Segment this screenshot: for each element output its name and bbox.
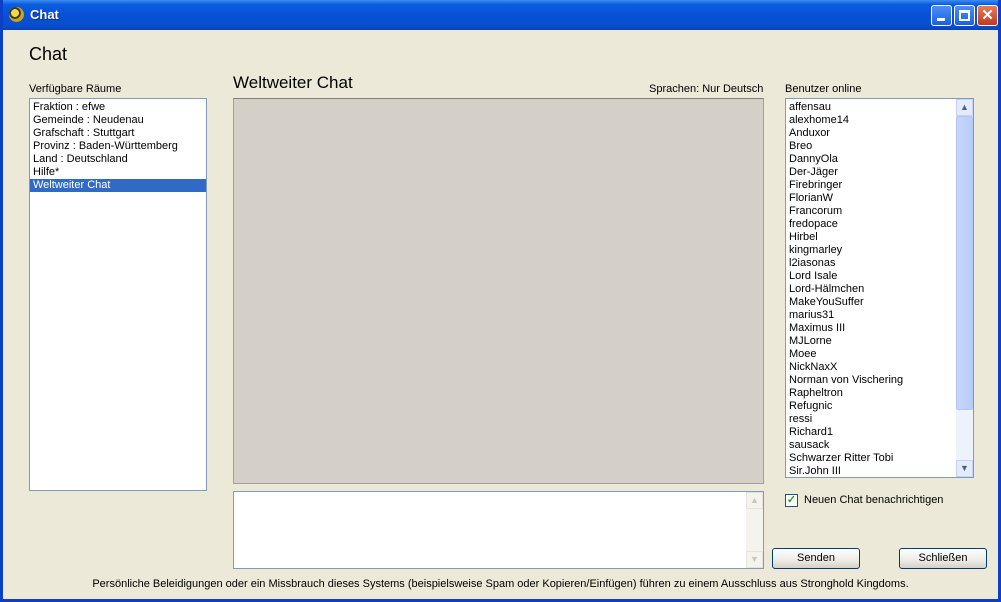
room-item[interactable]: Grafschaft : Stuttgart bbox=[30, 127, 206, 140]
user-item[interactable]: Hirbel bbox=[786, 231, 973, 244]
user-item[interactable]: NickNaxX bbox=[786, 361, 973, 374]
user-item[interactable]: Maximus III bbox=[786, 322, 973, 335]
scroll-up-icon[interactable]: ▲ bbox=[956, 99, 973, 116]
send-button[interactable]: Senden bbox=[772, 548, 860, 569]
user-item[interactable]: Schwarzer Ritter Tobi bbox=[786, 452, 973, 465]
user-item[interactable]: Firebringer bbox=[786, 179, 973, 192]
maximize-button[interactable] bbox=[954, 5, 975, 26]
user-item[interactable]: MakeYouSuffer bbox=[786, 296, 973, 309]
user-item[interactable]: affensau bbox=[786, 101, 973, 114]
users-list[interactable]: affensau alexhome14 Anduxor Breo DannyOla Der… bbox=[785, 98, 974, 478]
chat-messages-area[interactable] bbox=[233, 98, 764, 484]
user-item[interactable]: l2iasonas bbox=[786, 257, 973, 270]
user-item[interactable]: Francorum bbox=[786, 205, 973, 218]
checkmark-icon: ✓ bbox=[786, 494, 797, 506]
user-item[interactable]: Norman von Vischering bbox=[786, 374, 973, 387]
user-item[interactable]: Sir.John III bbox=[786, 465, 973, 477]
user-item[interactable]: Moee bbox=[786, 348, 973, 361]
user-item[interactable]: Lord-Hälmchen bbox=[786, 283, 973, 296]
user-item[interactable]: Breo bbox=[786, 140, 973, 153]
user-item[interactable]: DannyOla bbox=[786, 153, 973, 166]
rooms-list[interactable]: Fraktion : efwe Gemeinde : Neudenau Grafsc… bbox=[29, 98, 207, 491]
user-item[interactable]: Der-Jäger bbox=[786, 166, 973, 179]
room-item[interactable]: Weltweiter Chat bbox=[30, 179, 206, 192]
users-label: Benutzer online bbox=[785, 83, 862, 95]
chat-window: Chat ✕ Chat Verfügbare Räume Fraktion : … bbox=[0, 0, 1001, 602]
close-icon: ✕ bbox=[981, 7, 994, 24]
room-item[interactable]: Hilfe* bbox=[30, 166, 206, 179]
user-item[interactable]: Refugnic bbox=[786, 400, 973, 413]
users-scrollbar[interactable]: ▲ ▼ bbox=[956, 99, 973, 477]
window-title: Chat bbox=[30, 7, 59, 22]
footer-notice: Persönliche Beleidigungen oder ein Missb… bbox=[92, 578, 909, 590]
close-window-button[interactable]: ✕ bbox=[977, 5, 998, 26]
rooms-label: Verfügbare Räume bbox=[29, 83, 122, 95]
scrollbar-thumb[interactable] bbox=[956, 116, 973, 410]
room-item[interactable]: Gemeinde : Neudenau bbox=[30, 114, 206, 127]
user-item[interactable]: kingmarley bbox=[786, 244, 973, 257]
notify-checkbox[interactable]: ✓ bbox=[785, 494, 798, 507]
window-content: Chat Verfügbare Räume Fraktion : efwe Gem… bbox=[3, 30, 998, 599]
user-item[interactable]: marius31 bbox=[786, 309, 973, 322]
user-item[interactable]: ressi bbox=[786, 413, 973, 426]
user-item[interactable]: Anduxor bbox=[786, 127, 973, 140]
scroll-up-icon[interactable]: ▲ bbox=[746, 492, 763, 509]
room-item[interactable]: Land : Deutschland bbox=[30, 153, 206, 166]
room-item[interactable]: Provinz : Baden-Württemberg bbox=[30, 140, 206, 153]
user-item[interactable]: fredopace bbox=[786, 218, 973, 231]
user-item[interactable]: FlorianW bbox=[786, 192, 973, 205]
user-item[interactable]: MJLorne bbox=[786, 335, 973, 348]
message-input[interactable]: ▲ ▼ bbox=[233, 491, 764, 569]
message-input-scrollbar[interactable]: ▲ ▼ bbox=[746, 492, 763, 568]
language-label: Sprachen: Nur Deutsch bbox=[649, 83, 764, 95]
user-item[interactable]: Richard1 bbox=[786, 426, 973, 439]
scroll-down-icon[interactable]: ▼ bbox=[956, 460, 973, 477]
page-title: Chat bbox=[29, 44, 68, 64]
minimize-button[interactable] bbox=[931, 5, 952, 26]
chat-room-title: Weltweiter Chat bbox=[233, 73, 353, 92]
user-item[interactable]: Lord Isale bbox=[786, 270, 973, 283]
close-button[interactable]: Schließen bbox=[899, 548, 987, 569]
room-item[interactable]: Fraktion : efwe bbox=[30, 101, 206, 114]
notify-label[interactable]: Neuen Chat benachrichtigen bbox=[804, 494, 943, 506]
app-icon bbox=[9, 7, 24, 22]
title-bar[interactable]: Chat ✕ bbox=[3, 0, 998, 30]
user-item[interactable]: alexhome14 bbox=[786, 114, 973, 127]
scroll-down-icon[interactable]: ▼ bbox=[746, 551, 763, 568]
user-item[interactable]: sausack bbox=[786, 439, 973, 452]
user-item[interactable]: Rapheltron bbox=[786, 387, 973, 400]
